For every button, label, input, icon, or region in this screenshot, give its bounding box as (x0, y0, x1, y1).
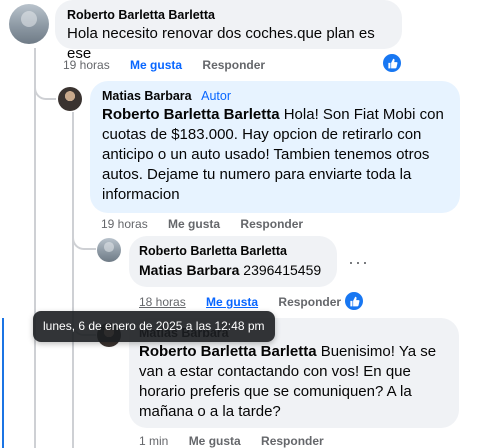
comment-time[interactable]: 18 horas (139, 295, 186, 309)
comment-bubble-2: Matias Barbara Autor Roberto Barletta Ba… (90, 81, 460, 213)
thread-curve-nested (72, 232, 96, 250)
like-button[interactable]: Me gusta (168, 217, 220, 231)
comment-text: Roberto Barletta Barletta Hola! Son Fiat… (102, 105, 448, 205)
scroll-focus-line (2, 318, 4, 448)
avatar-matias[interactable] (58, 87, 82, 111)
avatar-roberto[interactable] (9, 4, 49, 44)
like-button[interactable]: Me gusta (130, 58, 182, 72)
comment-text: Matias Barbara 2396415459 (139, 260, 327, 280)
comment-actions-4: 1 min Me gusta Responder (139, 434, 341, 448)
comment-author[interactable]: Roberto Barletta Barletta (67, 8, 390, 22)
comment-time[interactable]: 19 horas (101, 217, 148, 231)
comment-bubble-1: Roberto Barletta Barletta Hola necesito … (55, 0, 402, 62)
thread-line (34, 48, 36, 448)
mention-link[interactable]: Roberto Barletta Barletta (139, 343, 317, 360)
more-options-button[interactable]: ··· (348, 252, 369, 273)
like-button[interactable]: Me gusta (189, 434, 241, 448)
reply-button[interactable]: Responder (202, 58, 265, 72)
avatar-roberto[interactable] (97, 238, 121, 262)
comment-actions-2: 19 horas Me gusta Responder (101, 217, 320, 231)
comment-bubble-3: Roberto Barletta Barletta Matias Barbara… (129, 236, 337, 287)
author-badge: Autor (201, 89, 231, 103)
reply-button[interactable]: Responder (240, 217, 303, 231)
comment-author[interactable]: Matias Barbara (102, 89, 192, 103)
comment-body: 2396415459 (239, 262, 322, 278)
reply-button[interactable]: Responder (278, 295, 341, 309)
comment-text: Roberto Barletta Barletta Buenisimo! Ya … (139, 342, 449, 422)
comment-actions-1: 19 horas Me gusta Responder (63, 58, 282, 72)
comment-time[interactable]: 1 min (139, 434, 168, 448)
like-reaction-icon[interactable] (381, 52, 403, 74)
comment-author[interactable]: Roberto Barletta Barletta (139, 244, 327, 258)
like-reaction-icon[interactable] (343, 290, 365, 312)
thread-line-nested (72, 112, 74, 448)
thread-curve (34, 84, 56, 100)
mention-link[interactable]: Roberto Barletta Barletta (102, 106, 280, 123)
comment-actions-3: 18 horas Me gusta Responder (139, 295, 358, 309)
reply-button[interactable]: Responder (261, 434, 324, 448)
mention-link[interactable]: Matias Barbara (139, 262, 239, 278)
timestamp-tooltip: lunes, 6 de enero de 2025 a las 12:48 pm (33, 311, 275, 342)
comment-time[interactable]: 19 horas (63, 58, 110, 72)
like-button[interactable]: Me gusta (206, 295, 258, 309)
